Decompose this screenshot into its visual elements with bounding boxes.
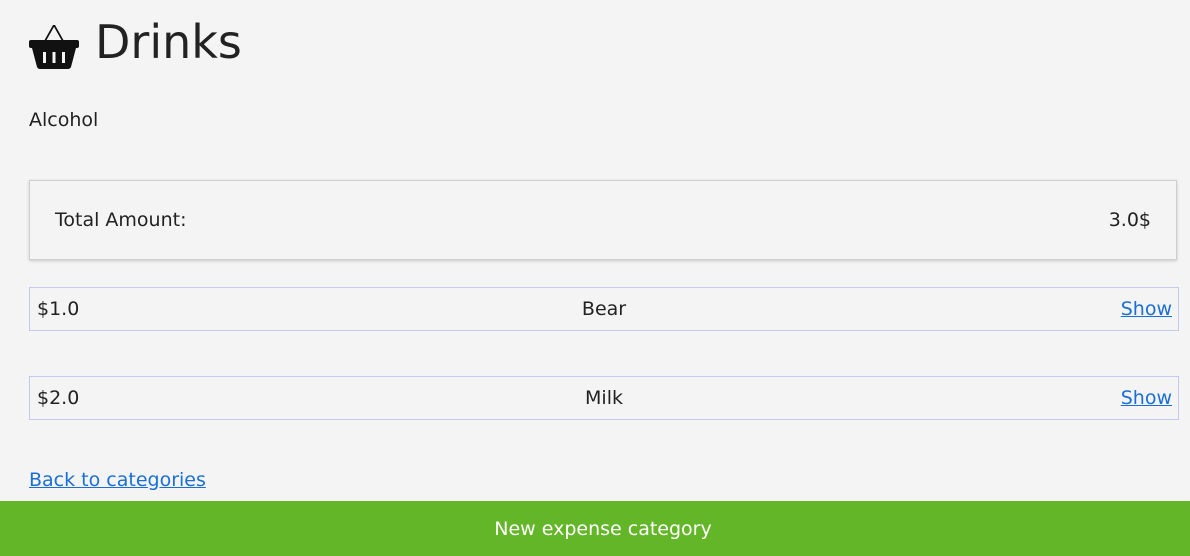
expense-amount: $2.0 — [37, 387, 80, 409]
basket-icon — [29, 25, 79, 69]
expense-amount: $1.0 — [37, 298, 80, 320]
category-header: Drinks — [29, 14, 242, 70]
total-amount-card: Total Amount: 3.0$ — [29, 180, 1177, 260]
total-amount-label: Total Amount: — [55, 209, 187, 231]
show-expense-link[interactable]: Show — [1121, 387, 1172, 409]
expense-row: $1.0 Bear Show — [29, 287, 1179, 331]
expense-row: $2.0 Milk Show — [29, 376, 1179, 420]
new-expense-category-button[interactable]: New expense category — [0, 501, 1190, 556]
expense-name: Bear — [581, 298, 627, 320]
page: Drinks Alcohol Total Amount: 3.0$ $1.0 B… — [0, 0, 1190, 556]
back-to-categories-link[interactable]: Back to categories — [29, 469, 206, 491]
expense-name: Milk — [585, 387, 623, 409]
show-expense-link[interactable]: Show — [1121, 298, 1172, 320]
total-amount-value: 3.0$ — [1108, 209, 1151, 231]
category-description: Alcohol — [29, 109, 99, 131]
page-title: Drinks — [95, 15, 242, 69]
